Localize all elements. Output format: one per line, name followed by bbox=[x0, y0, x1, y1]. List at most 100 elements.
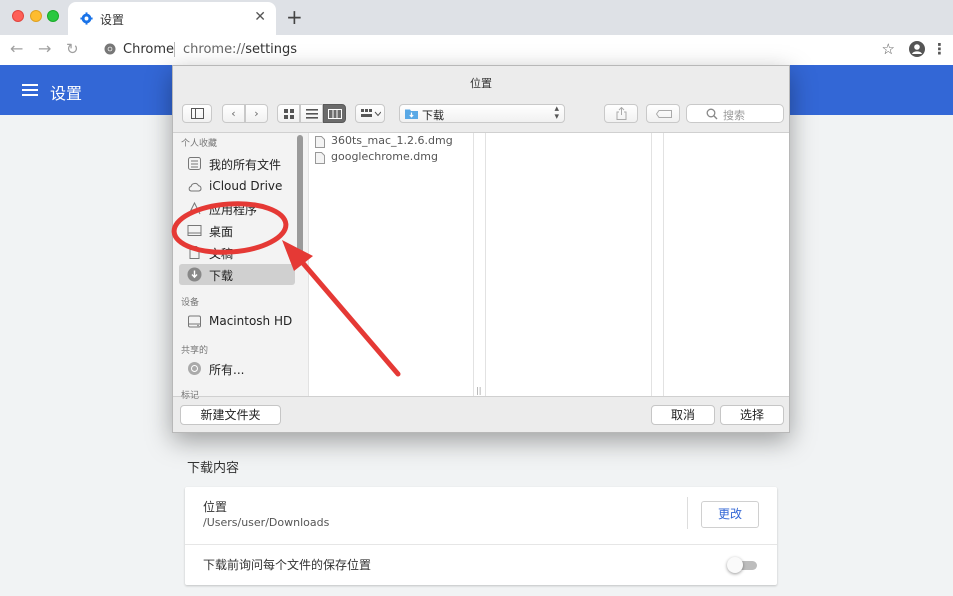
sidebar-item-documents[interactable]: 文稿 bbox=[179, 242, 295, 263]
file-name: 360ts_mac_1.2.6.dmg bbox=[331, 134, 453, 147]
tab-title: 设置 bbox=[100, 13, 125, 27]
file-icon bbox=[315, 152, 325, 164]
downloads-folder-icon bbox=[405, 109, 418, 119]
location-popup[interactable]: 下载 ▴ ▾ bbox=[399, 104, 565, 123]
sidebar-item-label: 应用程序 bbox=[209, 203, 258, 217]
arrange-button[interactable] bbox=[355, 104, 385, 123]
sidebar-item-macintosh-hd[interactable]: Macintosh HD bbox=[179, 311, 295, 332]
gear-icon bbox=[80, 12, 93, 25]
column-resize-handle[interactable]: || bbox=[476, 386, 481, 395]
downloads-card: 位置 /Users/user/Downloads 更改 下载前询问每个文件的保存… bbox=[185, 487, 777, 585]
url-text[interactable]: chrome://settings bbox=[183, 42, 297, 57]
choose-folder-dialog: 位置 ‹ › 下载 ▴ ▾ 搜索 个人收藏 我的所有文件 iCloud Driv… bbox=[172, 65, 790, 433]
card-divider bbox=[185, 544, 777, 545]
arrange-icon bbox=[361, 109, 381, 117]
icon-view-button[interactable] bbox=[277, 104, 300, 123]
sidebar-item-downloads[interactable]: 下载 bbox=[179, 264, 295, 285]
devices-header: 设备 bbox=[181, 298, 200, 308]
column-divider bbox=[651, 133, 652, 396]
account-icon[interactable] bbox=[909, 41, 925, 57]
tag-icon bbox=[656, 110, 672, 118]
all-files-icon bbox=[188, 157, 201, 170]
downloads-icon bbox=[187, 267, 202, 282]
search-placeholder: 搜索 bbox=[723, 109, 745, 122]
close-window-button[interactable] bbox=[12, 10, 24, 22]
share-button[interactable] bbox=[604, 104, 638, 123]
page-title: 设置 bbox=[50, 84, 83, 103]
tag-button[interactable] bbox=[646, 104, 680, 123]
ask-before-download-toggle[interactable] bbox=[727, 557, 757, 573]
card-divider-vertical bbox=[687, 497, 688, 529]
zoom-window-button[interactable] bbox=[47, 10, 59, 22]
disk-icon bbox=[188, 315, 201, 328]
list-view-button[interactable] bbox=[300, 104, 323, 123]
cancel-button[interactable]: 取消 bbox=[651, 405, 715, 425]
sidebar-item-all-files[interactable]: 我的所有文件 bbox=[179, 153, 295, 174]
location-label: 位置 bbox=[203, 500, 228, 514]
sidebar-item-label: 下载 bbox=[209, 269, 234, 283]
close-tab-icon[interactable]: ✕ bbox=[254, 9, 266, 25]
change-location-button[interactable]: 更改 bbox=[701, 501, 759, 528]
sidebar-icon bbox=[191, 108, 204, 119]
column-divider bbox=[473, 133, 474, 396]
applications-icon bbox=[188, 201, 201, 215]
url-scheme: chrome:// bbox=[183, 42, 246, 57]
column-divider bbox=[308, 133, 309, 396]
bookmark-star-icon[interactable]: ☆ bbox=[882, 40, 895, 58]
downloads-section-title: 下载内容 bbox=[187, 461, 240, 476]
file-icon bbox=[315, 136, 325, 148]
dialog-back-button[interactable]: ‹ bbox=[222, 104, 245, 123]
dialog-forward-button[interactable]: › bbox=[245, 104, 268, 123]
sidebar-item-label: iCloud Drive bbox=[209, 179, 283, 193]
omnibox-divider bbox=[174, 42, 175, 57]
origin-label: Chrome bbox=[123, 42, 174, 57]
dialog-sidebar: 个人收藏 我的所有文件 iCloud Drive 应用程序 桌面 文稿 下载 设… bbox=[173, 133, 308, 401]
file-name: googlechrome.dmg bbox=[331, 150, 438, 163]
list-icon bbox=[306, 109, 318, 119]
column-divider bbox=[663, 133, 664, 396]
column-view-button[interactable] bbox=[323, 104, 346, 123]
current-folder-name: 下载 bbox=[422, 109, 444, 122]
browser-toolbar: ← → ↻ Chrome chrome://settings ☆ ⋮ bbox=[0, 35, 953, 65]
grid-icon bbox=[284, 109, 294, 119]
sidebar-item-all-shared[interactable]: 所有... bbox=[179, 358, 295, 379]
toggle-knob bbox=[727, 557, 743, 573]
tab-settings[interactable]: 设置 ✕ bbox=[68, 2, 276, 35]
documents-icon bbox=[189, 246, 200, 259]
sidebar-item-label: 桌面 bbox=[209, 225, 234, 239]
sidebar-item-label: 我的所有文件 bbox=[209, 158, 282, 172]
minimize-window-button[interactable] bbox=[30, 10, 42, 22]
ask-before-download-label: 下载前询问每个文件的保存位置 bbox=[203, 558, 372, 572]
dialog-browser: 个人收藏 我的所有文件 iCloud Drive 应用程序 桌面 文稿 下载 设… bbox=[173, 132, 789, 401]
cloud-icon bbox=[188, 182, 202, 192]
updown-chevron-icon: ▴ ▾ bbox=[554, 104, 559, 122]
new-tab-button[interactable]: + bbox=[286, 5, 303, 29]
sidebar-item-desktop[interactable]: 桌面 bbox=[179, 220, 295, 241]
browser-menu-icon[interactable]: ⋮ bbox=[932, 40, 947, 58]
columns-icon bbox=[328, 109, 342, 119]
sidebar-scrollbar[interactable] bbox=[297, 135, 303, 262]
reload-button[interactable]: ↻ bbox=[66, 39, 79, 59]
tab-strip: 设置 ✕ + bbox=[0, 0, 953, 35]
sidebar-item-label: Macintosh HD bbox=[209, 314, 293, 328]
choose-button[interactable]: 选择 bbox=[720, 405, 784, 425]
new-folder-button[interactable]: 新建文件夹 bbox=[180, 405, 281, 425]
hamburger-menu-icon[interactable] bbox=[22, 83, 38, 97]
shared-header: 共享的 bbox=[181, 346, 209, 356]
forward-button[interactable]: → bbox=[38, 39, 51, 59]
url-host: settings bbox=[245, 42, 298, 57]
back-button[interactable]: ← bbox=[10, 39, 23, 59]
sidebar-item-label: 所有... bbox=[209, 363, 245, 377]
dialog-toolbar: ‹ › 下载 ▴ ▾ 搜索 bbox=[173, 102, 789, 128]
address-bar[interactable]: Chrome chrome://settings bbox=[96, 37, 896, 62]
favorites-header: 个人收藏 bbox=[181, 139, 218, 149]
sidebar-item-icloud[interactable]: iCloud Drive bbox=[179, 176, 295, 197]
search-field[interactable]: 搜索 bbox=[686, 104, 784, 123]
toggle-sidebar-button[interactable] bbox=[182, 104, 212, 123]
search-icon bbox=[706, 108, 718, 120]
chevron-left-icon: ‹ bbox=[231, 107, 236, 120]
sidebar-item-applications[interactable]: 应用程序 bbox=[179, 198, 295, 219]
share-icon bbox=[616, 107, 627, 120]
chevron-right-icon: › bbox=[254, 107, 259, 120]
column-divider bbox=[485, 133, 486, 396]
